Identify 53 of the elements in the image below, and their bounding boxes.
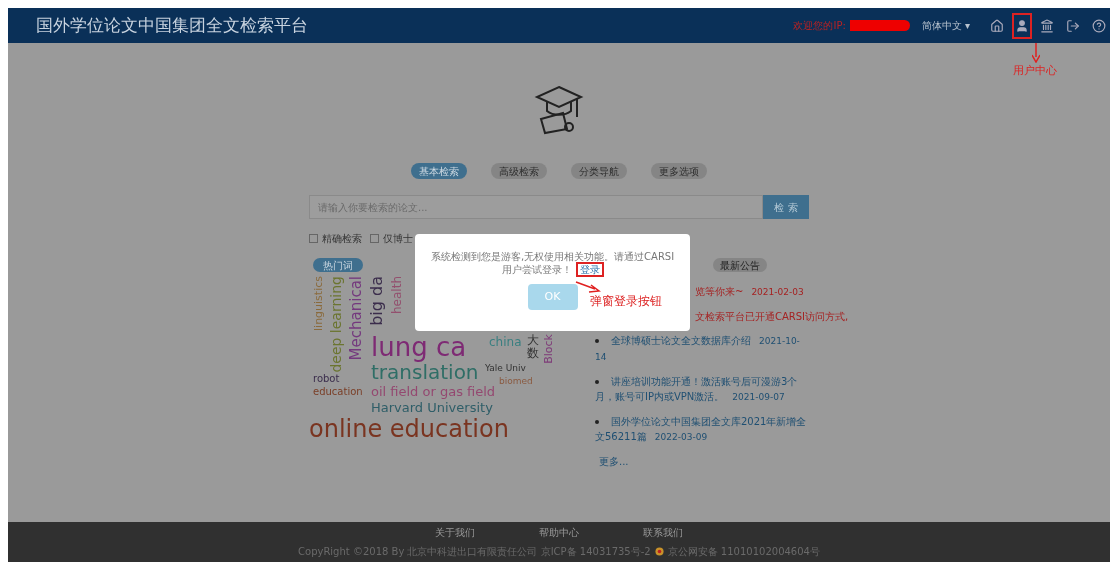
search-tab[interactable]: 高级检索 — [491, 163, 547, 179]
graduation-cap-icon — [533, 83, 585, 135]
word-cloud-word[interactable]: oil field or gas field — [371, 385, 496, 398]
word-cloud-word[interactable]: big da — [369, 276, 385, 326]
word-cloud-word[interactable]: robot — [313, 374, 340, 384]
institution-icon[interactable] — [1040, 18, 1054, 33]
more-link[interactable]: 更多... — [591, 454, 809, 469]
annotation-arrow — [575, 281, 601, 293]
word-cloud-word[interactable]: health — [391, 276, 403, 314]
ip-label: 欢迎您的IP: — [793, 19, 846, 33]
search-tab[interactable]: 更多选项 — [651, 163, 707, 179]
news-item[interactable]: 国外学位论文中国集团全文库2021年新增全文56211篇 2022-03-09 — [591, 414, 809, 445]
footer-link[interactable]: 关于我们 — [435, 525, 475, 540]
news-item[interactable]: 讲座培训功能开通！激活账号后可漫游3个月，账号可IP内或VPN激活。 2021-09-07 — [591, 374, 809, 405]
word-cloud-word[interactable]: deep learning — [329, 276, 343, 373]
site-title: 国外学位论文中国集团全文检索平台 — [36, 13, 308, 37]
word-cloud-word[interactable]: translation — [371, 362, 479, 382]
help-icon[interactable] — [1092, 18, 1106, 33]
annotation-arrow — [1032, 43, 1040, 63]
checkbox-label: 仅博士 — [383, 232, 413, 246]
footer-link[interactable]: 帮助中心 — [539, 525, 579, 540]
news-item[interactable]: 全球博硕士论文全文数据库介绍 2021-10-14 — [591, 333, 809, 365]
checkbox-label: 精确检索 — [322, 232, 362, 246]
word-cloud-word[interactable]: Yale Univ — [485, 364, 526, 373]
checkbox[interactable] — [370, 234, 379, 243]
word-cloud-word[interactable]: Harvard University — [371, 401, 493, 414]
user-icon — [1015, 18, 1029, 33]
user-center-button[interactable] — [1012, 12, 1032, 39]
word-cloud-word[interactable]: 大数 — [527, 334, 539, 361]
footer-link[interactable]: 联系我们 — [643, 525, 683, 540]
word-cloud-word[interactable]: lung ca — [371, 334, 467, 360]
annotation-text: 弹窗登录按钮 — [590, 293, 662, 310]
checkbox[interactable] — [309, 234, 318, 243]
word-cloud-word[interactable]: linguistics — [313, 276, 324, 331]
search-tab[interactable]: 分类导航 — [571, 163, 627, 179]
news-tab[interactable]: 最新公告 — [713, 258, 767, 272]
word-cloud-word[interactable]: online education — [309, 417, 509, 441]
word-cloud-word[interactable]: education — [313, 387, 363, 397]
language-select[interactable]: 简体中文 ▾ — [921, 18, 970, 33]
search-tab[interactable]: 基本检索 — [411, 163, 467, 179]
word-cloud-word[interactable]: china — [489, 336, 522, 348]
hot-words-tab[interactable]: 热门词 — [313, 258, 363, 272]
search-button[interactable]: 检 索 — [763, 195, 809, 219]
home-icon[interactable] — [990, 18, 1004, 33]
word-cloud-word[interactable]: Block — [543, 334, 554, 364]
login-link[interactable]: 登录 — [575, 262, 604, 277]
logout-icon[interactable] — [1066, 18, 1080, 33]
annotation-text: 用户中心 — [1013, 63, 1057, 79]
word-cloud-word[interactable]: biomed — [499, 377, 533, 386]
redacted-ip — [849, 20, 910, 31]
police-badge-icon — [654, 547, 664, 556]
word-cloud-word[interactable]: Mechanical — [349, 276, 364, 361]
dialog-message: 系统检测到您是游客,无权使用相关功能。请通过CARSI用户尝试登录！ 登录 — [429, 250, 676, 276]
